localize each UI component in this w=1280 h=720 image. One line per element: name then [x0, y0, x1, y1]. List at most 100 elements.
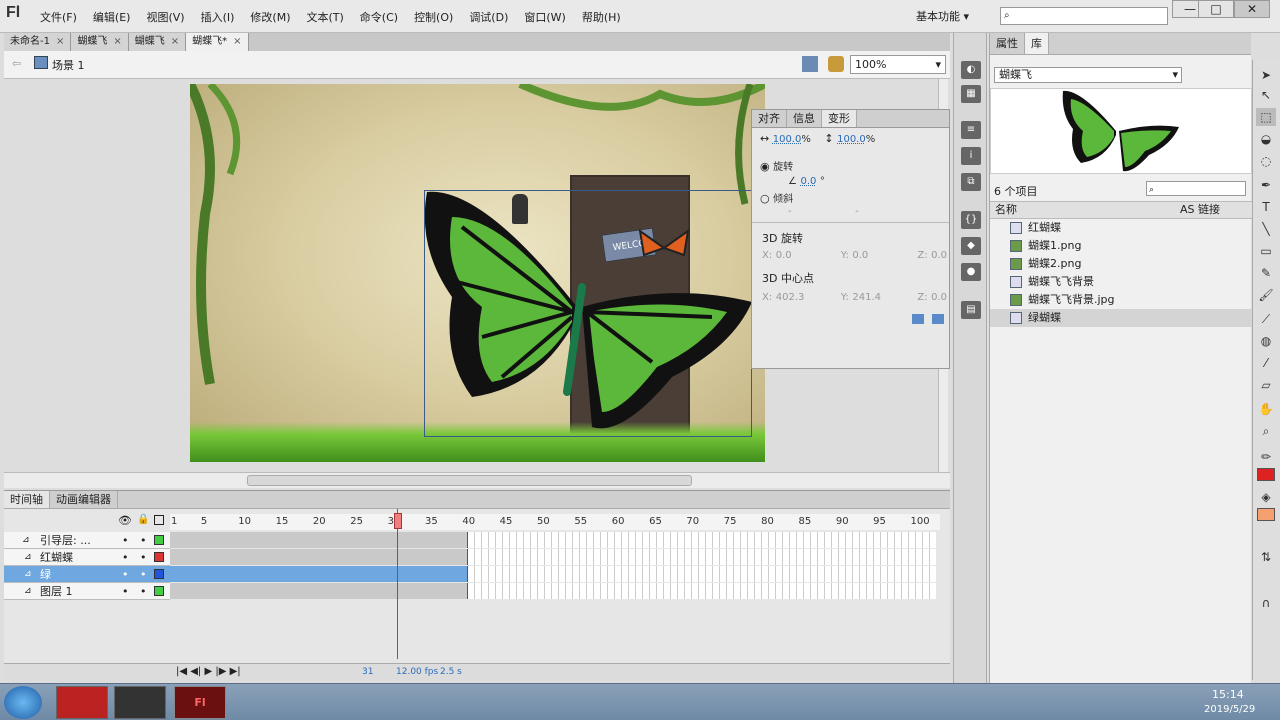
transform-panel-tab-0[interactable]: 对齐 [752, 110, 787, 127]
library-tab-1[interactable]: 库 [1025, 33, 1049, 54]
layer-name[interactable]: 引导层: ... [40, 532, 91, 549]
copy-transform-icon[interactable] [912, 314, 924, 324]
visibility-dot[interactable]: • [122, 566, 129, 583]
pen-tool-icon[interactable]: ✒ [1256, 176, 1276, 194]
library-item[interactable]: 蝴蝶飞飞背景 [990, 273, 1252, 291]
align-icon[interactable]: ≡ [961, 121, 981, 139]
eraser-tool-icon[interactable]: ▱ [1256, 376, 1276, 394]
close-tab-icon[interactable]: × [171, 36, 179, 47]
menu-item-6[interactable]: 命令(C) [360, 9, 398, 25]
close-tab-icon[interactable]: × [233, 36, 241, 47]
layer-frames[interactable] [170, 532, 468, 548]
lock-dot[interactable]: • [140, 583, 147, 600]
empty-frames[interactable] [468, 532, 936, 548]
eyedropper-tool-icon[interactable]: ⁄ [1256, 354, 1276, 372]
snap-magnet-icon[interactable]: ∩ [1256, 594, 1276, 612]
taskbar-app-2[interactable] [114, 686, 166, 719]
maximize-button[interactable]: □ [1198, 0, 1234, 18]
menu-item-10[interactable]: 帮助(H) [582, 9, 621, 25]
fill-color-swatch[interactable] [1257, 508, 1275, 521]
layer-color-swatch[interactable] [154, 535, 164, 545]
bone-tool-icon[interactable]: ⟋ [1256, 310, 1276, 328]
scroll-thumb[interactable] [247, 475, 692, 486]
close-tab-icon[interactable]: × [113, 36, 121, 47]
visibility-dot[interactable]: • [122, 583, 129, 600]
info-icon[interactable]: i [961, 147, 981, 165]
layer-frames[interactable] [170, 549, 468, 565]
taskbar-app-1[interactable] [56, 686, 108, 719]
library-col-name[interactable]: 名称 [995, 203, 1017, 216]
edit-scene-icon[interactable] [802, 56, 818, 72]
workspace-switcher[interactable]: 基本功能 ▾ [916, 8, 969, 24]
layer-row[interactable]: 引导层: ... ⊿ • • [4, 532, 170, 549]
visibility-dot[interactable]: • [122, 532, 129, 549]
close-tab-icon[interactable]: × [56, 36, 64, 47]
timeline-tab-1[interactable]: 动画编辑器 [50, 491, 118, 508]
library-item[interactable]: 蝴蝶1.png [990, 237, 1252, 255]
library-tab-0[interactable]: 属性 [990, 33, 1025, 54]
edit-symbol-icon[interactable] [828, 56, 844, 72]
transform-panel-tab-2[interactable]: 变形 [822, 110, 857, 127]
doc-tab-1[interactable]: 蝴蝶飞 × [71, 33, 129, 51]
zoom-tool-icon[interactable]: ⌕ [1256, 422, 1276, 440]
subselection-tool-icon[interactable]: ↖ [1256, 86, 1276, 104]
reset-transform-icon[interactable] [932, 314, 944, 324]
project-icon[interactable]: ▤ [961, 301, 981, 319]
fill-color-icon[interactable]: ◈ [1256, 488, 1276, 506]
layer-frames[interactable] [170, 583, 468, 599]
doc-tab-2[interactable]: 蝴蝶飞 × [128, 33, 187, 51]
stroke-color-swatch[interactable] [1257, 468, 1275, 481]
text-tool-icon[interactable]: T [1256, 198, 1276, 216]
doc-tab-0[interactable]: 未命名-1 × [4, 33, 72, 51]
width-scale-value[interactable]: 100.0 [773, 134, 802, 145]
code-snippets-icon[interactable]: {} [961, 211, 981, 229]
line-tool-icon[interactable]: ╲ [1256, 220, 1276, 238]
menu-item-7[interactable]: 控制(O) [414, 9, 453, 25]
lock-icon[interactable]: 🔒 [137, 514, 149, 525]
layer-row[interactable]: 红蝴蝶 ⊿ • • [4, 549, 170, 566]
free-transform-tool-icon[interactable]: ⬚ [1256, 108, 1276, 126]
layer-frames[interactable] [170, 566, 468, 582]
playhead-handle[interactable] [394, 513, 403, 529]
layer-color-swatch[interactable] [154, 569, 164, 579]
zoom-select[interactable]: 100% ▾ [850, 55, 946, 74]
back-arrow-icon[interactable]: ⇦ [12, 57, 21, 70]
menu-item-2[interactable]: 视图(V) [146, 9, 184, 25]
color-panel-icon[interactable]: ◐ [961, 61, 981, 79]
lock-dot[interactable]: • [140, 566, 147, 583]
current-frame[interactable]: 31 [362, 667, 373, 677]
stroke-color-icon[interactable]: ✏ [1256, 448, 1276, 466]
library-item[interactable]: 红蝴蝶 [990, 219, 1252, 237]
layer-row[interactable]: 绿 ⊿ • • [4, 566, 170, 583]
transform-selection-box[interactable] [424, 190, 752, 437]
stage-canvas[interactable]: WELCO [190, 84, 765, 462]
library-item[interactable]: 蝴蝶2.png [990, 255, 1252, 273]
layer-row[interactable]: 图层 1 ⊿ • • [4, 583, 170, 600]
layer-name[interactable]: 图层 1 [40, 583, 73, 600]
lock-dot[interactable]: • [140, 532, 147, 549]
library-item[interactable]: 绿蝴蝶 [990, 309, 1252, 327]
library-search-input[interactable]: ⌕ [1146, 181, 1246, 196]
layer-name[interactable]: 红蝴蝶 [40, 549, 73, 566]
rotate-value[interactable]: 0.0 [800, 176, 816, 187]
selection-tool-icon[interactable]: ➤ [1256, 66, 1276, 84]
transform-panel-tab-1[interactable]: 信息 [787, 110, 822, 127]
visibility-dot[interactable]: • [122, 549, 129, 566]
hand-tool-icon[interactable]: ✋ [1256, 400, 1276, 418]
layer-color-swatch[interactable] [154, 586, 164, 596]
library-col-link[interactable]: AS 链接 [1180, 202, 1220, 218]
lock-dot[interactable]: • [140, 549, 147, 566]
menu-item-4[interactable]: 修改(M) [250, 9, 290, 25]
library-item[interactable]: 蝴蝶飞飞背景.jpg [990, 291, 1252, 309]
paint-bucket-tool-icon[interactable]: ◍ [1256, 332, 1276, 350]
empty-frames[interactable] [468, 583, 936, 599]
doc-tab-3[interactable]: 蝴蝶飞* × [186, 33, 249, 51]
layer-name[interactable]: 绿 [40, 566, 51, 583]
swap-colors-icon[interactable]: ⇅ [1256, 548, 1276, 566]
rotate-radio[interactable]: ◉ 旋转 [760, 158, 793, 173]
library-document-select[interactable]: 蝴蝶飞 ▾ [994, 67, 1182, 83]
playback-controls[interactable]: |◀ ◀| ▶ |▶ ▶| [176, 666, 241, 677]
menu-item-5[interactable]: 文本(T) [306, 9, 343, 25]
pencil-tool-icon[interactable]: ✎ [1256, 264, 1276, 282]
3d-rotation-tool-icon[interactable]: ◒ [1256, 130, 1276, 148]
